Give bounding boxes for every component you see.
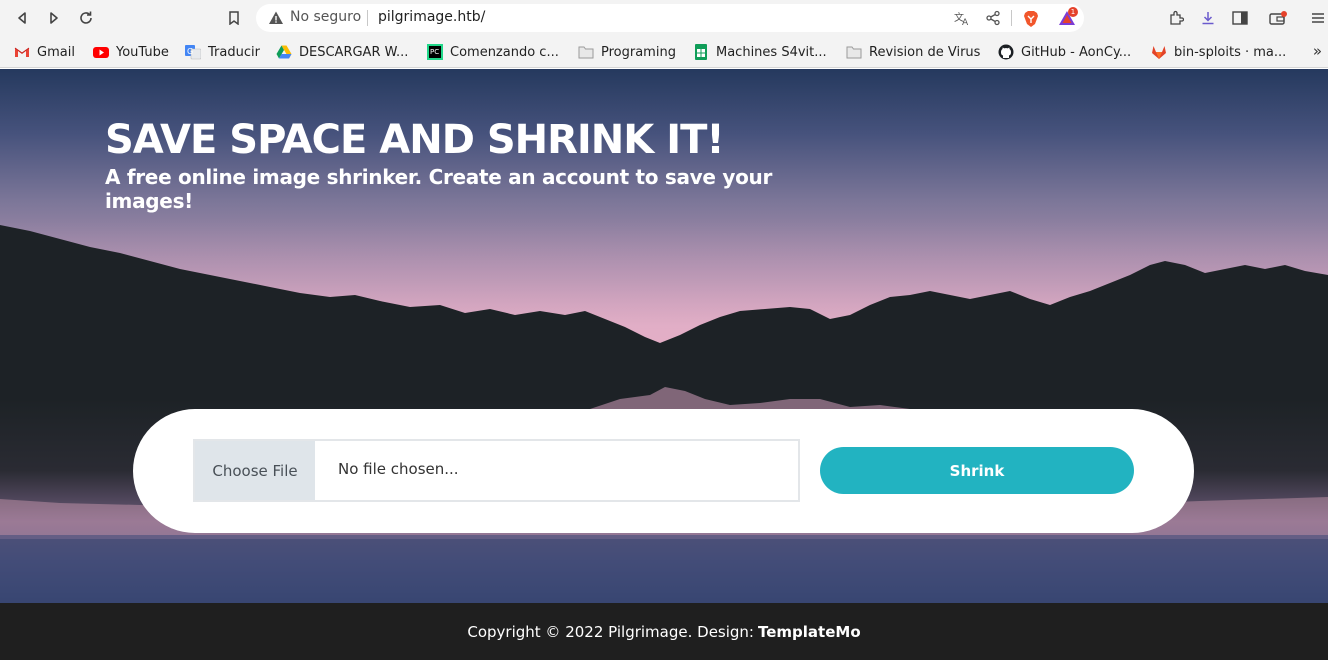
file-input[interactable]: Choose File No file chosen... [193, 439, 800, 502]
bookmark-label: bin-sploits · ma... [1174, 44, 1287, 60]
bookmark-label: Revision de Virus [869, 44, 981, 60]
bookmark-label: Comenzando c... [450, 44, 559, 60]
bookmark-label: DESCARGAR W... [299, 44, 409, 60]
bookmark-bin-sploits[interactable]: bin-sploits · ma... [1151, 42, 1286, 62]
pycharm-icon: PC [427, 44, 443, 60]
hero-subtitle: A free online image shrinker. Create an … [105, 165, 773, 213]
reload-icon[interactable] [76, 8, 96, 28]
upload-form: Choose File No file chosen... Shrink [133, 409, 1194, 533]
browser-toolbar: No seguro pilgrimage.htb/ 文A 1 [0, 0, 1328, 36]
bookmark-label: Gmail [37, 44, 75, 60]
folder-icon [846, 44, 862, 60]
bookmark-descargar[interactable]: DESCARGAR W... [276, 42, 408, 62]
github-icon [998, 44, 1014, 60]
brave-shields-icon[interactable] [1023, 10, 1039, 27]
bookmark-youtube[interactable]: YouTube [93, 42, 169, 62]
bookmark-label: Traducir [208, 44, 260, 60]
file-status-label: No file chosen... [338, 460, 459, 478]
translate-icon: G [185, 44, 202, 60]
bookmarks-overflow-button[interactable]: » [1313, 42, 1322, 60]
youtube-icon [93, 44, 109, 60]
url-divider-2 [1011, 10, 1012, 26]
svg-text:PC: PC [430, 48, 439, 56]
folder-icon [578, 44, 594, 60]
security-label[interactable]: No seguro [290, 9, 361, 25]
menu-icon[interactable] [1308, 8, 1328, 28]
forward-icon[interactable] [44, 8, 64, 28]
bookmarks-bar: Gmail YouTube G Traducir DESCARGAR W... … [0, 36, 1328, 68]
svg-text:G: G [187, 47, 193, 56]
url-text[interactable]: pilgrimage.htb/ [378, 9, 485, 25]
warning-icon[interactable] [268, 10, 284, 30]
gitlab-icon [1151, 44, 1167, 60]
share-icon[interactable] [985, 10, 1001, 26]
templatemo-link[interactable]: TemplateMo [758, 623, 861, 641]
bookmark-icon[interactable] [224, 8, 244, 28]
bookmark-gmail[interactable]: Gmail [14, 42, 75, 62]
bookmark-comenzando[interactable]: PC Comenzando c... [427, 42, 559, 62]
translate-page-icon[interactable]: 文A [954, 10, 970, 28]
shrink-button[interactable]: Shrink [820, 447, 1134, 494]
copyright-text: Copyright © 2022 Pilgrimage. Design: [467, 622, 754, 641]
bookmark-label: Programing [601, 44, 676, 60]
footer: Copyright © 2022 Pilgrimage. Design: Tem… [0, 603, 1328, 660]
wallet-icon[interactable] [1268, 8, 1288, 28]
address-bar[interactable]: No seguro pilgrimage.htb/ 文A 1 [256, 4, 1084, 32]
google-drive-icon [276, 44, 292, 60]
bookmark-machines[interactable]: Machines S4vit... [693, 42, 827, 62]
gmail-icon [14, 44, 30, 60]
sheets-icon [693, 44, 709, 60]
bookmark-github[interactable]: GitHub - AonCy... [998, 42, 1131, 62]
bookmark-revision[interactable]: Revision de Virus [846, 42, 980, 62]
bookmark-label: YouTube [116, 44, 169, 60]
bookmark-label: Machines S4vit... [716, 44, 827, 60]
back-icon[interactable] [12, 8, 32, 28]
sidebar-icon[interactable] [1230, 8, 1250, 28]
bookmark-label: GitHub - AonCy... [1021, 44, 1132, 60]
svg-text:A: A [962, 18, 969, 26]
bookmark-programing[interactable]: Programing [578, 42, 676, 62]
extensions-icon[interactable] [1166, 8, 1186, 28]
rewards-badge: 1 [1068, 7, 1078, 17]
hero-title: SAVE SPACE AND SHRINK IT! [105, 117, 725, 163]
choose-file-button[interactable]: Choose File [195, 441, 315, 500]
bookmark-traducir[interactable]: G Traducir [185, 42, 260, 62]
download-icon[interactable] [1198, 8, 1218, 28]
url-divider [367, 10, 368, 26]
hero-section: SAVE SPACE AND SHRINK IT! A free online … [0, 69, 1328, 603]
